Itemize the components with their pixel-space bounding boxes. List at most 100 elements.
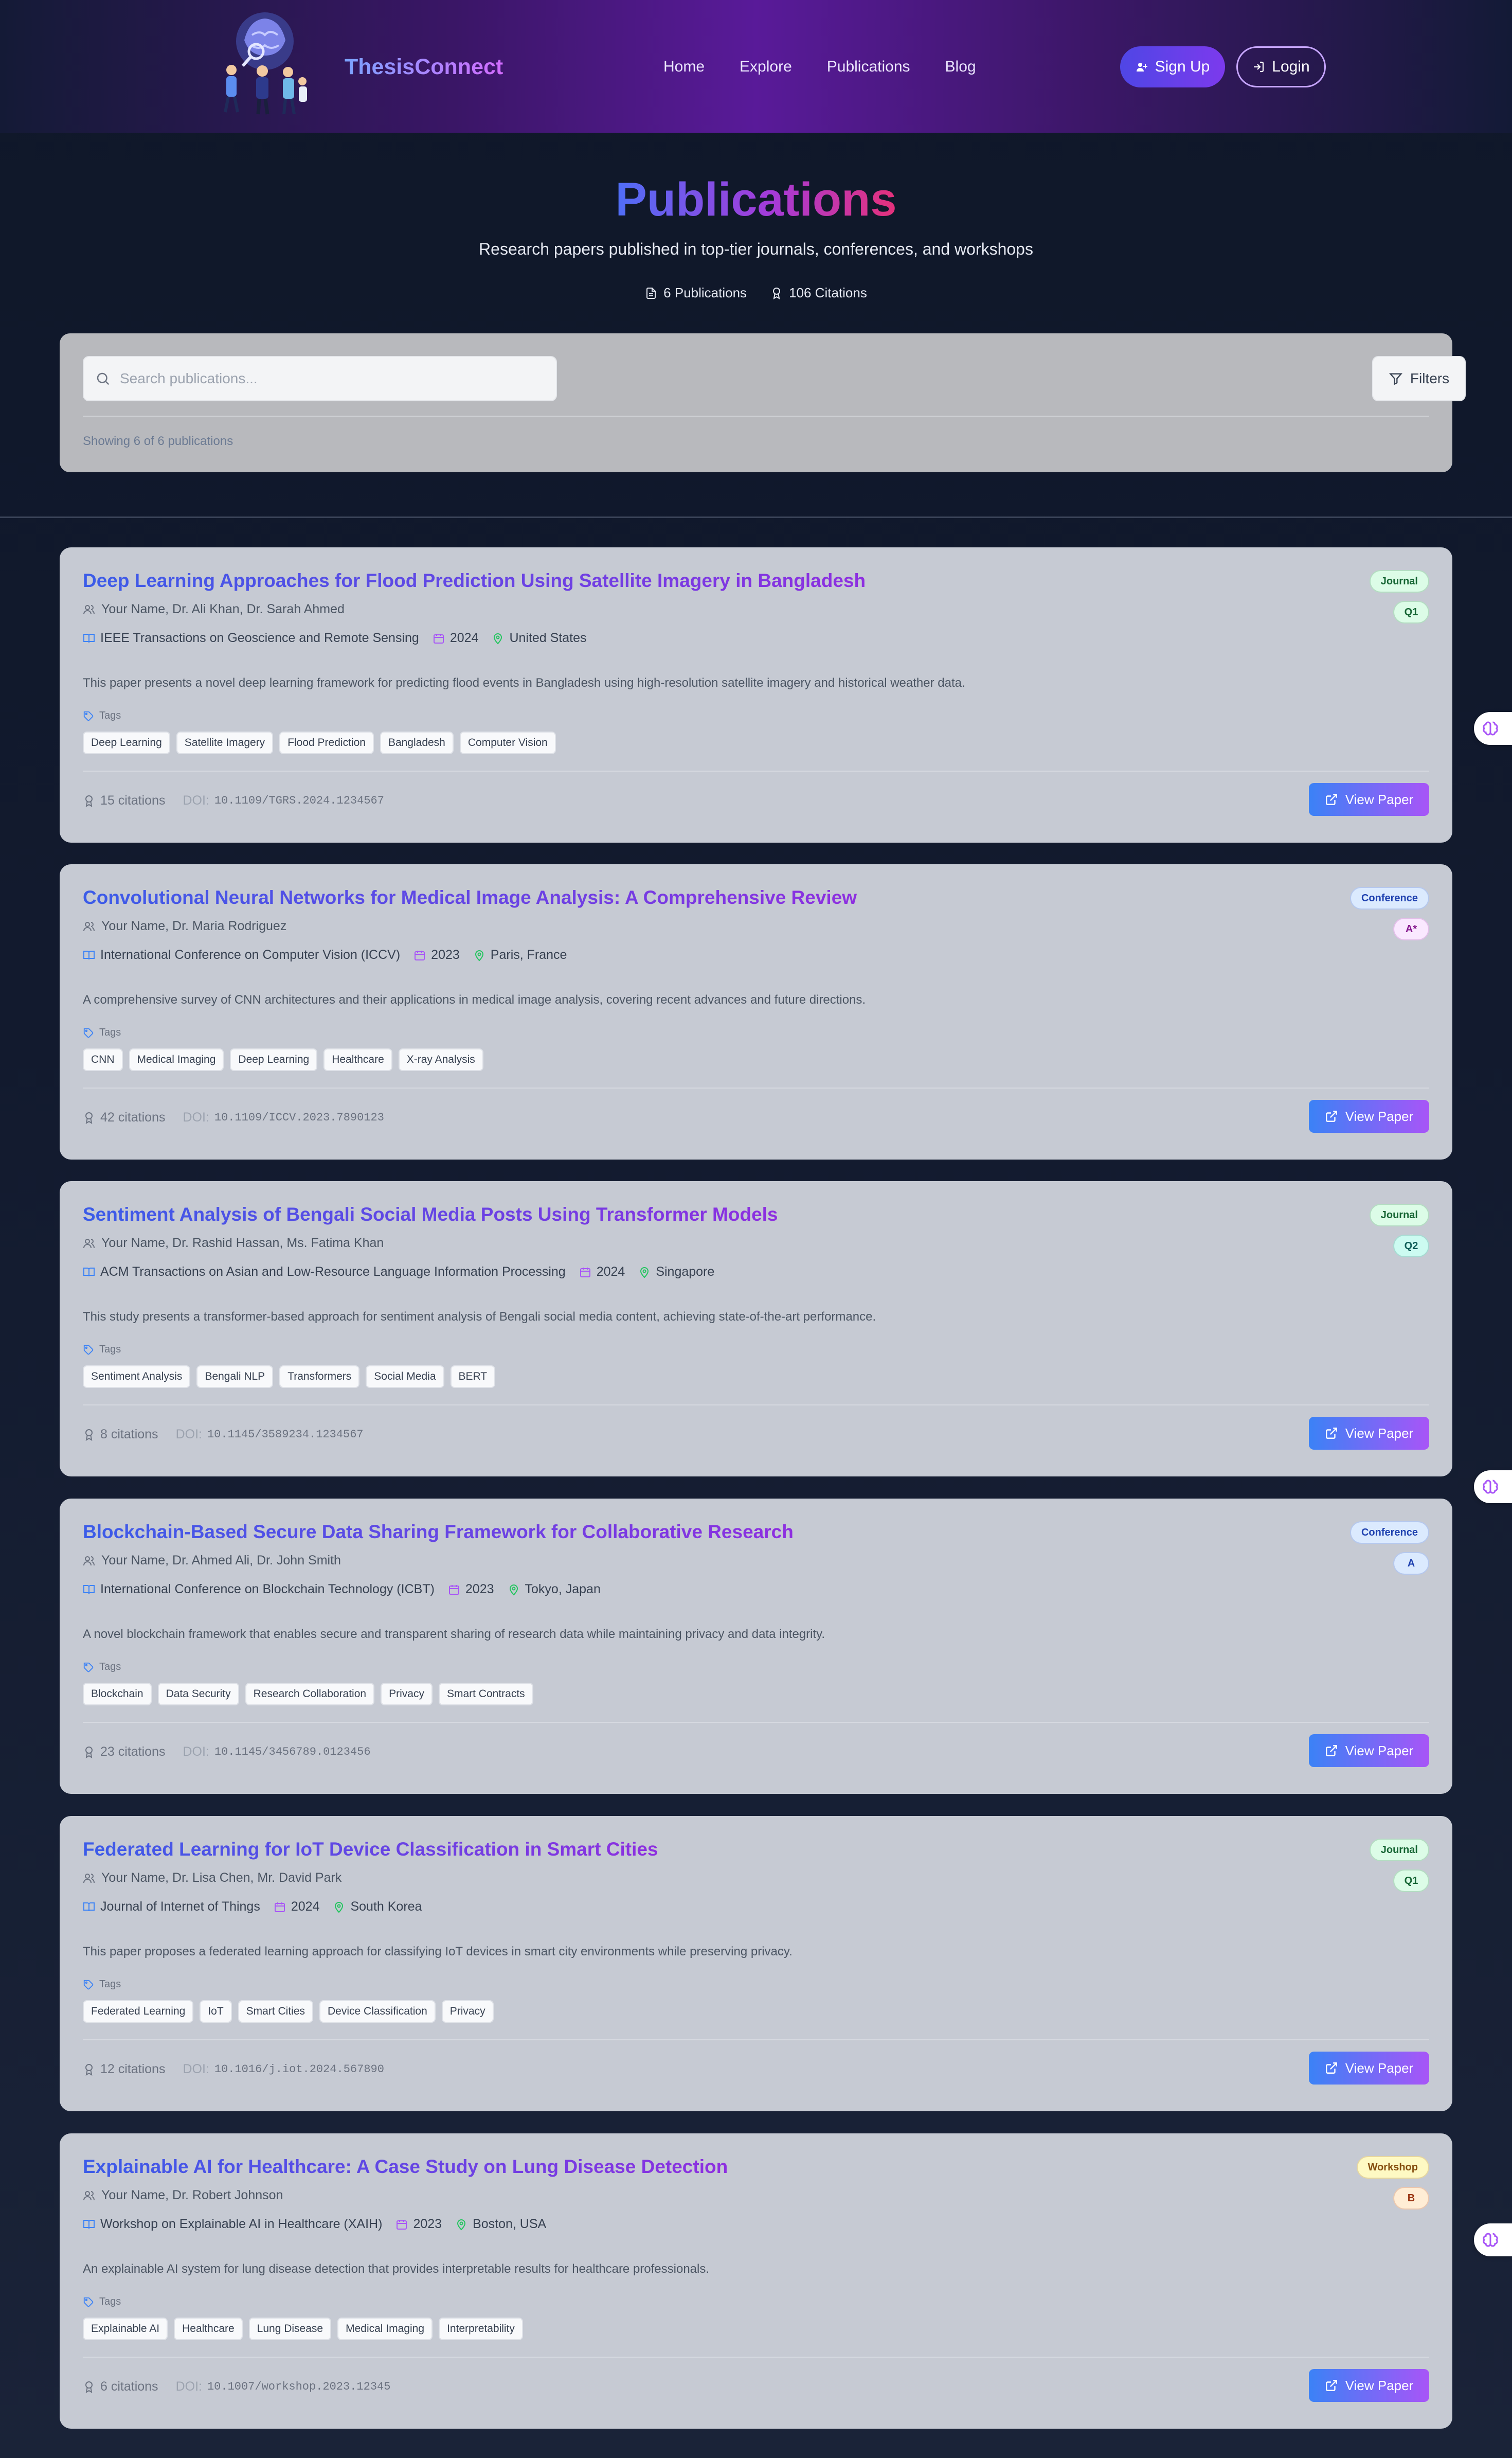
nav-blog[interactable]: Blog [945,58,976,76]
nav-explore[interactable]: Explore [740,58,792,76]
doi[interactable]: 10.1145/3589234.1234567 [207,1428,364,1441]
nav-home[interactable]: Home [663,58,705,76]
tags-label-text: Tags [99,2296,121,2307]
citations-group: 12 citations [83,2062,165,2077]
tag-chip[interactable]: Sentiment Analysis [83,1365,191,1388]
tags-label-text: Tags [99,1027,121,1038]
location-group: Tokyo, Japan [508,1582,601,1597]
venue: Workshop on Explainable AI in Healthcare… [100,2217,383,2231]
publication-abstract: An explainable AI system for lung diseas… [83,2262,710,2276]
view-paper-button[interactable]: View Paper [1309,2052,1429,2085]
external-link-icon [1325,1428,1337,1439]
nav-publications[interactable]: Publications [827,58,910,76]
search-input[interactable] [120,370,542,387]
view-paper-label: View Paper [1345,2060,1414,2076]
tag-chip[interactable]: Deep Learning [83,732,170,754]
users-icon [83,1238,95,1248]
tag-chip[interactable]: Healthcare [323,1048,392,1071]
panel-divider [83,416,1429,417]
publication-title[interactable]: Federated Learning for IoT Device Classi… [83,1839,658,1860]
view-paper-button[interactable]: View Paper [1309,1100,1429,1133]
tag-chip[interactable]: BERT [450,1365,496,1388]
tag-chip[interactable]: Privacy [381,1683,433,1705]
tags-label-text: Tags [99,1661,121,1672]
publication-type-badge: Journal [1369,1204,1429,1226]
tag-chip[interactable]: IoT [200,2000,232,2023]
card-footer: 23 citations DOI: 10.1145/3456789.012345… [83,1744,371,1759]
tag-chip[interactable]: Federated Learning [83,2000,194,2023]
tag-chip[interactable]: Flood Prediction [279,732,374,754]
authors-row: Your Name, Dr. Ahmed Ali, Dr. John Smith [83,1553,341,1568]
floating-brain-button[interactable] [1474,712,1512,745]
card-footer: 42 citations DOI: 10.1109/ICCV.2023.7890… [83,1110,384,1125]
view-paper-button[interactable]: View Paper [1309,2369,1429,2402]
tag-chip[interactable]: Deep Learning [230,1048,318,1071]
floating-brain-button[interactable] [1474,2223,1512,2256]
view-paper-button[interactable]: View Paper [1309,783,1429,816]
tag-chip[interactable]: Smart Cities [238,2000,314,2023]
tag-chip[interactable]: Satellite Imagery [176,732,274,754]
location-group: Singapore [638,1264,714,1279]
tag-chip[interactable]: Data Security [157,1683,239,1705]
tag-chip[interactable]: Medical Imaging [337,2318,433,2340]
view-paper-button[interactable]: View Paper [1309,1734,1429,1767]
doi[interactable]: 10.1145/3456789.0123456 [214,1745,371,1758]
tag-chip[interactable]: Smart Contracts [438,1683,533,1705]
brand-name[interactable]: ThesisConnect [345,55,503,80]
tag-chip[interactable]: CNN [83,1048,123,1071]
tag-chip[interactable]: Privacy [441,2000,494,2023]
citations: 12 citations [100,2062,166,2076]
tag-chip[interactable]: Research Collaboration [245,1683,375,1705]
tag-chip[interactable]: Bengali NLP [196,1365,274,1388]
view-paper-label: View Paper [1345,791,1414,807]
tag-chip[interactable]: Social Media [366,1365,444,1388]
tag-chip[interactable]: Transformers [279,1365,360,1388]
citations: 23 citations [100,1744,166,1759]
tag-chip[interactable]: Blockchain [83,1683,152,1705]
card-footer: 15 citations DOI: 10.1109/TGRS.2024.1234… [83,793,384,808]
tags-label: Tags [83,1344,121,1356]
tag-chip[interactable]: Interpretability [439,2318,523,2340]
publication-title[interactable]: Deep Learning Approaches for Flood Predi… [83,570,866,592]
publication-type-badge: Journal [1369,1839,1429,1861]
tag-chip[interactable]: X-ray Analysis [398,1048,483,1071]
publication-title[interactable]: Convolutional Neural Networks for Medica… [83,887,857,909]
login-button[interactable]: Login [1236,46,1326,87]
signup-button[interactable]: Sign Up [1120,46,1225,87]
logo-illustration[interactable] [211,9,319,117]
map-pin-icon [509,1584,518,1595]
venue-row: International Conference on Blockchain T… [83,1582,614,1597]
authors: Your Name, Dr. Ahmed Ali, Dr. John Smith [101,1553,341,1568]
tag-list: Blockchain Data Security Research Collabor… [83,1683,533,1705]
tag-chip[interactable]: Computer Vision [459,732,556,754]
publication-rank-badge: B [1393,2187,1429,2210]
publication-abstract: This paper proposes a federated learning… [83,1945,793,1958]
publication-abstract: This paper presents a novel deep learnin… [83,676,965,690]
floating-brain-button[interactable] [1474,1470,1512,1503]
publication-title[interactable]: Sentiment Analysis of Bengali Social Med… [83,1204,778,1225]
tag-list: Explainable AI Healthcare Lung Disease Medi… [83,2318,523,2340]
view-paper-button[interactable]: View Paper [1309,1417,1429,1450]
filters-button[interactable]: Filters [1372,356,1466,401]
tag-chip[interactable]: Device Classification [319,2000,436,2023]
tag-chip[interactable]: Lung Disease [248,2318,332,2340]
search-box[interactable] [83,356,557,401]
doi[interactable]: 10.1109/ICCV.2023.7890123 [214,1111,384,1124]
authors-row: Your Name, Dr. Robert Johnson [83,2188,283,2203]
card-divider [83,1722,1429,1723]
tags-label-text: Tags [99,1979,121,1990]
doi[interactable]: 10.1109/TGRS.2024.1234567 [214,794,384,807]
doi[interactable]: 10.1007/workshop.2023.12345 [207,2380,390,2393]
award-icon [85,2381,93,2393]
publication-title[interactable]: Explainable AI for Healthcare: A Case St… [83,2156,728,2178]
tag-list: CNN Medical Imaging Deep Learning Healthcar… [83,1048,483,1071]
publication-title[interactable]: Blockchain-Based Secure Data Sharing Fra… [83,1521,794,1543]
tag-chip[interactable]: Medical Imaging [129,1048,224,1071]
doi-label: DOI: [183,1744,209,1759]
venue: IEEE Transactions on Geoscience and Remo… [100,631,419,645]
card-divider [83,1088,1429,1089]
tag-chip[interactable]: Explainable AI [83,2318,168,2340]
tag-chip[interactable]: Healthcare [174,2318,243,2340]
doi[interactable]: 10.1016/j.iot.2024.567890 [214,2063,384,2076]
tag-chip[interactable]: Bangladesh [380,732,454,754]
